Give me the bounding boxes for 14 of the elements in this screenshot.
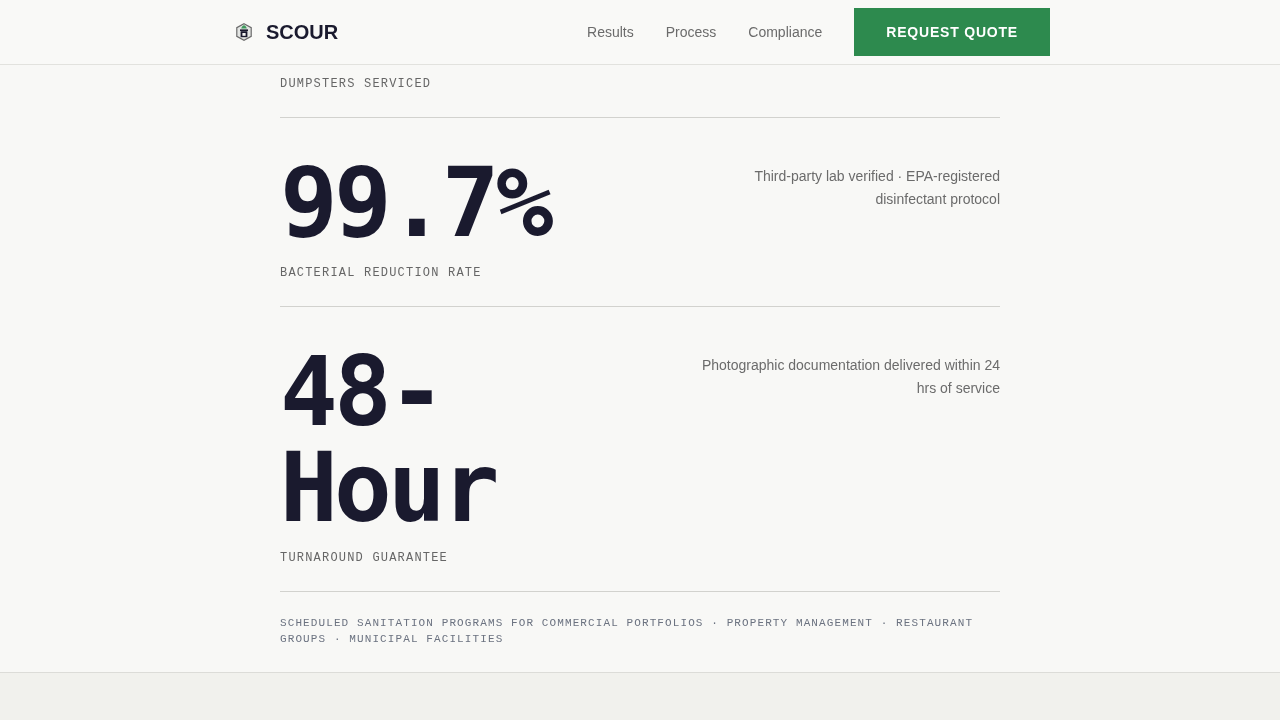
nav-link[interactable]: Results: [587, 23, 634, 41]
brand-name: SCOUR: [266, 20, 339, 44]
services-note: SCHEDULED SANITATION PROGRAMS FOR COMMERCIAL PORTFOLIOS · PROPERTY MANAGEMENT · RESTAURANT GROUPS · MUNICIPAL FACILITIES: [280, 616, 975, 647]
request-quote-button[interactable]: REQUEST QUOTE: [854, 8, 1050, 56]
stat-note: Photographic documentation delivered within 24 hrs of service: [700, 356, 1000, 398]
stat-label: TURNAROUND GUARANTEE: [280, 550, 449, 567]
trash-bin-icon: [236, 23, 252, 41]
stat-label: DUMPSTERS SERVICED: [280, 76, 432, 93]
stat-note: Third-party lab verified · EPA-registered disinfectant protocol: [753, 167, 1000, 209]
stat-label: BACTERIAL REDUCTION RATE: [280, 265, 482, 282]
nav-link[interactable]: Compliance: [748, 23, 823, 41]
stat-value: 48-Hour: [280, 344, 497, 536]
stat-value: 99.7%: [280, 155, 552, 251]
nav-link[interactable]: Process: [665, 23, 717, 41]
